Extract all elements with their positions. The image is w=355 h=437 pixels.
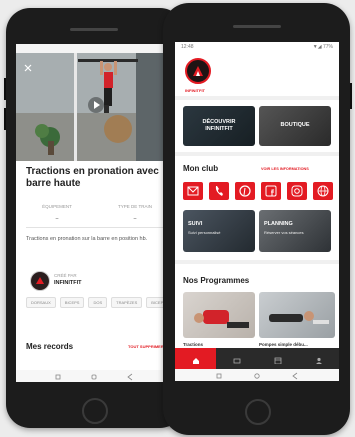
club-title: Mon club xyxy=(183,164,219,173)
pinterest-icon[interactable] xyxy=(235,182,255,200)
tab-equipment-value: – xyxy=(55,216,59,222)
card-planning[interactable]: PLANNING Réserver vos séances xyxy=(259,210,331,252)
phone-left: Tractions en pronation avec barre haute … xyxy=(4,8,184,428)
avatar[interactable] xyxy=(30,271,50,291)
home-icon xyxy=(192,358,199,364)
system-nav-bar xyxy=(16,370,174,382)
exercise-video[interactable] xyxy=(16,53,174,161)
home-nav-icon xyxy=(91,374,97,380)
muscle-tags: DORSAUX BICEPS DOS TRAPÈZES BICEPS xyxy=(26,297,172,308)
programs-title: Nos Programmes xyxy=(183,276,250,285)
tab-equipment[interactable]: ÉQUIPEMENT xyxy=(26,204,88,209)
tab-training-type[interactable]: TYPE DE TRAIN xyxy=(100,204,170,209)
tab-club[interactable]: Club xyxy=(216,348,257,373)
banner-discover-label: DÉCOUVRIR INFINITFIT xyxy=(202,119,236,132)
records-clear-link[interactable]: TOUT SUPPRIMER xyxy=(128,344,164,349)
section-separator xyxy=(175,152,339,156)
volume-button xyxy=(4,78,6,100)
status-bar xyxy=(16,44,174,53)
bottom-tab-bar: Accueil Club Séances Profil xyxy=(175,348,339,373)
play-icon[interactable] xyxy=(88,97,104,113)
tab-profile[interactable]: Profil xyxy=(298,348,339,373)
back-nav-icon xyxy=(127,373,133,381)
banner-shop-label: BOUTIQUE xyxy=(280,122,310,128)
facebook-icon[interactable] xyxy=(261,182,281,200)
club-icon xyxy=(233,358,240,364)
divider xyxy=(26,227,164,228)
home-button[interactable] xyxy=(82,398,108,424)
exercise-title: Tractions en pronation avec barre haute xyxy=(26,166,159,189)
back-nav-icon xyxy=(292,372,298,380)
section-separator xyxy=(175,96,339,100)
card-tracking-subtitle: Suivi personnalisé xyxy=(188,230,221,235)
profile-name: INFINITFIT xyxy=(185,88,205,93)
tag: BICEPS xyxy=(59,297,85,308)
exercise-description: Tractions en pronation sur la barre en p… xyxy=(26,236,148,242)
recent-apps-icon xyxy=(55,374,61,380)
card-planning-subtitle: Réserver vos séances xyxy=(264,230,304,235)
globe-icon[interactable] xyxy=(313,182,333,200)
records-title: Mes records xyxy=(26,342,74,351)
section-separator xyxy=(175,260,339,264)
power-button xyxy=(350,83,352,109)
home-nav-icon xyxy=(254,373,260,379)
card-tracking-title: SUIVI xyxy=(188,221,203,227)
instagram-icon[interactable] xyxy=(287,182,307,200)
sessions-icon xyxy=(274,357,281,365)
home-button[interactable] xyxy=(245,399,271,425)
tab-sessions[interactable]: Séances xyxy=(257,348,298,373)
banner-shop[interactable]: BOUTIQUE xyxy=(259,106,331,146)
recent-apps-icon xyxy=(216,373,222,379)
status-bar: 12:48 ▼◢ 77% xyxy=(175,42,339,52)
banner-discover[interactable]: DÉCOUVRIR INFINITFIT xyxy=(183,106,255,146)
phone-right: 12:48 ▼◢ 77% INFINITFIT DÉCOUVRIR INFINI… xyxy=(163,3,352,435)
program-name: Tractions xyxy=(183,342,204,347)
tag: DOS xyxy=(88,297,108,308)
status-icons: ▼◢ 77% xyxy=(312,44,333,50)
tag: TRAPÈZES xyxy=(111,297,143,308)
phone-icon[interactable] xyxy=(209,182,229,200)
club-logo[interactable] xyxy=(185,58,211,84)
tab-training-type-value: – xyxy=(133,216,137,222)
tab-home[interactable]: Accueil xyxy=(175,348,216,373)
volume-button xyxy=(4,108,6,130)
coach-name[interactable]: INFINITFIT xyxy=(54,280,82,286)
club-home-screen: 12:48 ▼◢ 77% INFINITFIT DÉCOUVRIR INFINI… xyxy=(175,42,339,381)
status-time: 12:48 xyxy=(181,44,194,50)
program-card[interactable] xyxy=(259,292,335,338)
card-planning-title: PLANNING xyxy=(264,221,293,227)
profile-icon xyxy=(315,357,322,364)
club-info-link[interactable]: VOIR LES INFORMATIONS xyxy=(261,167,309,171)
tag: DORSAUX xyxy=(26,297,56,308)
mail-icon[interactable] xyxy=(183,182,203,200)
club-contact-row xyxy=(183,182,333,200)
system-nav-bar xyxy=(175,369,339,381)
speaker xyxy=(233,25,281,28)
program-name: Pompes simple débu... xyxy=(259,342,308,347)
speaker xyxy=(70,28,118,31)
card-tracking[interactable]: SUIVI Suivi personnalisé xyxy=(183,210,255,252)
close-icon[interactable] xyxy=(24,59,32,72)
program-card[interactable] xyxy=(183,292,255,338)
coach-label: CRÉÉ PAR xyxy=(54,273,77,278)
exercise-screen: Tractions en pronation avec barre haute … xyxy=(16,44,174,382)
